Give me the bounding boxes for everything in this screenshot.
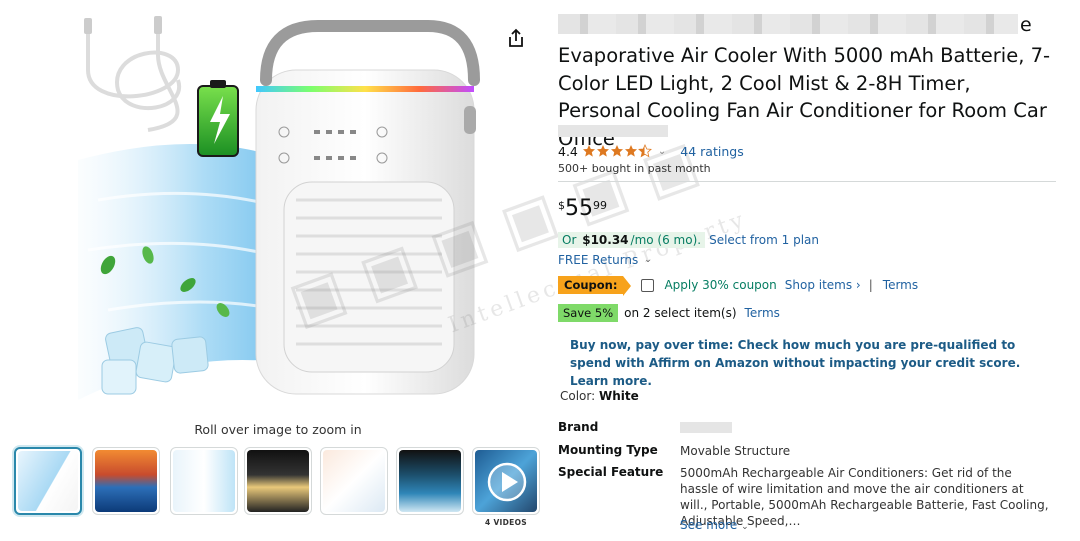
divider — [558, 181, 1056, 182]
half-star-icon — [637, 144, 652, 158]
color-label: Color: — [560, 389, 599, 403]
color-value: White — [598, 389, 639, 403]
free-returns-label: FREE Returns — [558, 253, 639, 267]
coupon-row: Coupon: Apply 30% coupon Shop items › | … — [558, 276, 918, 296]
separator: | — [868, 278, 873, 292]
price-fraction: 99 — [593, 199, 607, 212]
star-icon — [624, 145, 637, 157]
star-icon — [582, 145, 595, 157]
thumbnail-6[interactable] — [396, 447, 464, 515]
spec-key: Special Feature — [558, 465, 664, 479]
air-cooler-illustration — [78, 16, 480, 400]
spec-value: Movable Structure — [680, 444, 791, 458]
thumbnail-1[interactable] — [14, 447, 82, 515]
thumbnail-5[interactable] — [320, 447, 388, 515]
color-selection: Color: White — [560, 389, 639, 403]
chevron-down-icon: ⌄ — [644, 255, 652, 265]
blurred-store-link[interactable] — [558, 125, 668, 137]
save-row: Save 5% on 2 select item(s) Terms — [558, 304, 780, 322]
star-icon — [596, 145, 609, 157]
rating-number: 4.4 — [558, 143, 578, 159]
thumbnail-2[interactable] — [92, 447, 160, 515]
spec-key: Brand — [558, 420, 599, 434]
title-first-line-tail: e — [1020, 14, 1032, 36]
videos-count-label: 4 VIDEOS — [485, 518, 527, 527]
see-more-label: See more — [680, 518, 738, 532]
save-description: on 2 select item(s) — [624, 306, 737, 320]
star-rating[interactable] — [582, 144, 652, 158]
apply-coupon-checkbox[interactable] — [641, 278, 655, 292]
shop-items-link[interactable]: Shop items › — [785, 278, 861, 292]
main-product-image[interactable] — [78, 10, 496, 414]
coupon-badge: Coupon: — [558, 276, 632, 296]
star-icon — [610, 145, 623, 157]
rating-row: 4.4 ⌄ 44 ratings — [558, 143, 744, 159]
play-icon — [487, 462, 527, 502]
affirm-financing-link[interactable]: Buy now, pay over time: Check how much y… — [570, 336, 1040, 390]
price: $ 55 99 — [558, 196, 607, 222]
thumbnail-3[interactable] — [170, 447, 238, 515]
bought-past-month: 500+ bought in past month — [558, 162, 711, 175]
see-more-link[interactable]: See more ⌄ — [680, 518, 749, 532]
save-terms-link[interactable]: Terms — [745, 306, 780, 320]
price-symbol: $ — [558, 199, 565, 212]
spec-key: Mounting Type — [558, 443, 658, 457]
price-whole: 55 — [565, 196, 593, 221]
coupon-terms-link[interactable]: Terms — [883, 278, 918, 292]
monthly-amount: $10.34 — [582, 233, 629, 247]
monthly-terms: /mo (6 mo). — [630, 233, 702, 247]
free-returns-link[interactable]: FREE Returns ⌄ — [558, 253, 652, 267]
monthly-payment-row: Or $10.34/mo (6 mo). Select from 1 plan — [558, 231, 819, 249]
blurred-brand-value — [680, 422, 732, 433]
thumbnail-4[interactable] — [244, 447, 312, 515]
share-icon[interactable] — [504, 26, 528, 50]
chevron-down-icon: ⌄ — [741, 522, 749, 532]
zoom-hint: Roll over image to zoom in — [194, 422, 362, 437]
select-plan-link[interactable]: Select from 1 plan — [709, 233, 819, 247]
monthly-or: Or — [562, 233, 577, 247]
chevron-down-icon[interactable]: ⌄ — [658, 146, 666, 157]
thumbnail-video[interactable] — [472, 447, 540, 515]
save-badge: Save 5% — [558, 304, 619, 322]
monthly-payment-highlight: Or $10.34/mo (6 mo). — [558, 232, 706, 248]
apply-coupon-label[interactable]: Apply 30% coupon — [664, 278, 776, 292]
ratings-count-link[interactable]: 44 ratings — [680, 144, 743, 159]
spec-value — [680, 420, 1052, 433]
blurred-brand-line — [558, 14, 1018, 34]
